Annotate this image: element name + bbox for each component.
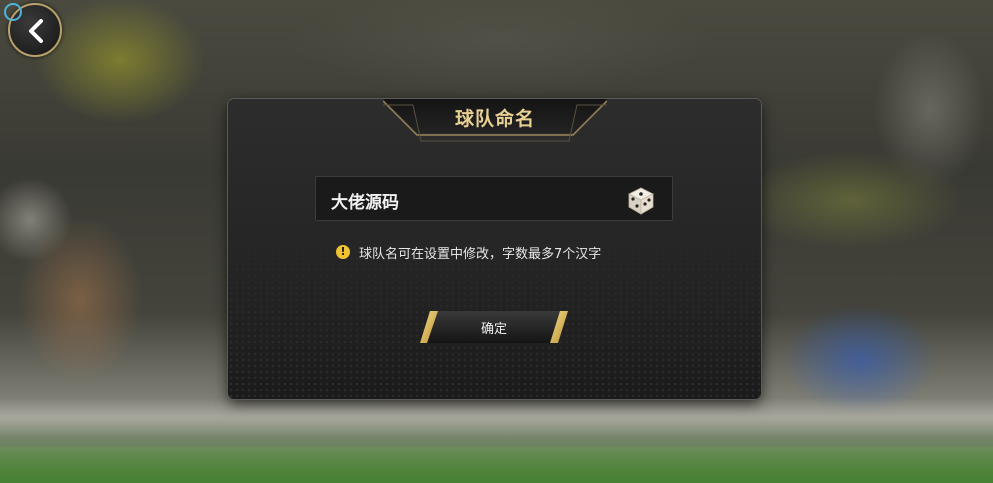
naming-hint: ! 球队名可在设置中修改，字数最多7个汉字 <box>336 242 601 262</box>
corner-ring-icon <box>4 3 22 21</box>
confirm-label: 确定 <box>480 322 507 337</box>
dice-icon[interactable] <box>624 183 658 217</box>
dialog-title: 球队命名 <box>454 108 535 130</box>
dialog-title-tab: 球队命名 <box>383 99 607 143</box>
team-naming-dialog: 球队命名 大佬源码 ! 球队名可在设置中修改，字数最多7个汉字 确定 <box>228 99 761 399</box>
team-name-value: 大佬源码 <box>331 193 399 213</box>
background-stands-stripe <box>0 398 993 438</box>
confirm-button[interactable]: 确定 <box>418 309 570 345</box>
background-pitch <box>0 447 993 483</box>
back-button[interactable] <box>4 3 62 57</box>
warning-icon: ! <box>336 245 350 259</box>
hint-text: 球队名可在设置中修改，字数最多7个汉字 <box>359 246 602 262</box>
chevron-left-icon <box>29 19 43 43</box>
team-name-input[interactable]: 大佬源码 <box>315 176 673 221</box>
